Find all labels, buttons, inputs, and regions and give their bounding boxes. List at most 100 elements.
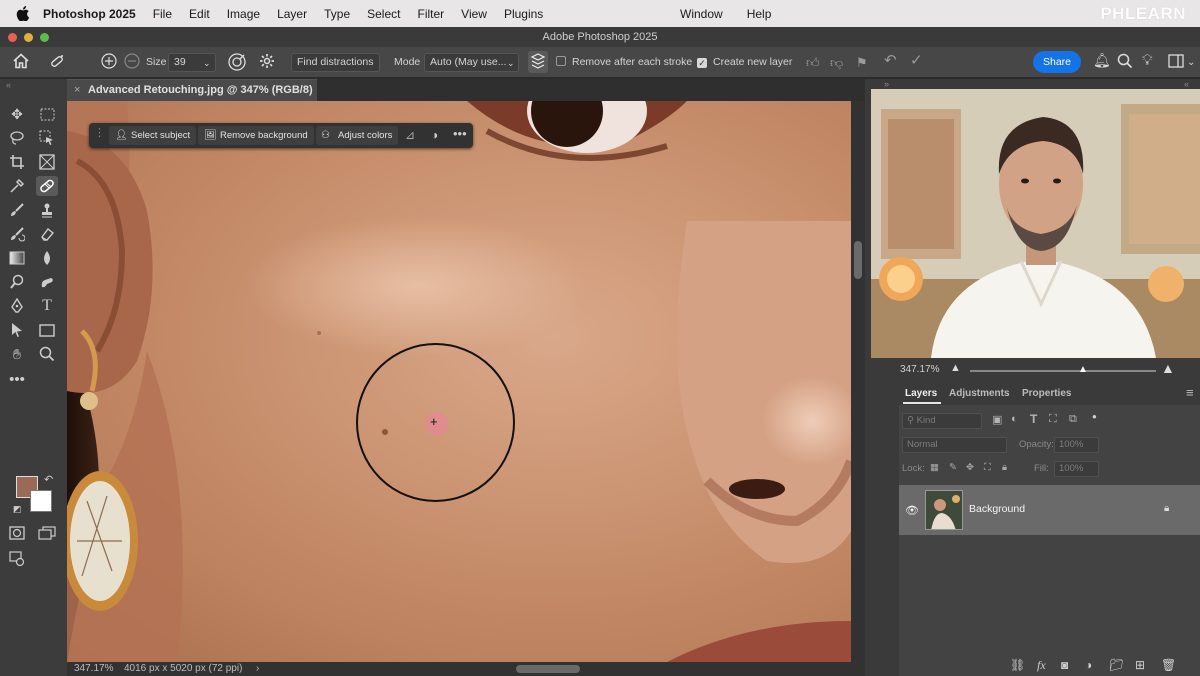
filter-toggle-icon[interactable]: ● (1092, 412, 1097, 421)
kind-filter-select[interactable]: ⚲ Kind (902, 413, 982, 429)
object-selection-tool-icon[interactable] (36, 128, 58, 148)
crop-tool-icon[interactable] (6, 152, 28, 172)
menu-plugins[interactable]: Plugins (504, 7, 543, 21)
search-icon[interactable] (1117, 53, 1133, 70)
default-colors-icon[interactable]: ◩ (13, 504, 22, 515)
menu-help[interactable]: Help (747, 7, 772, 21)
edit-toolbar-icon[interactable] (6, 549, 28, 569)
undo-icon[interactable]: ↶ (884, 52, 897, 69)
blur-tool-icon[interactable] (36, 248, 58, 268)
new-adjustment-layer-icon[interactable]: ◑ (1085, 658, 1092, 672)
flag-icon[interactable]: ⚑ (856, 54, 868, 71)
menu-image[interactable]: Image (227, 7, 260, 21)
filter-shape-icon[interactable]: ⛶ (1049, 413, 1057, 426)
filter-pixel-icon[interactable]: ▣ (992, 413, 1002, 426)
tab-adjustments[interactable]: Adjustments (949, 388, 1010, 399)
link-layers-icon[interactable]: ⛓ (1010, 658, 1025, 672)
path-selection-tool-icon[interactable] (6, 320, 28, 340)
app-menu[interactable]: Photoshop 2025 (43, 7, 136, 21)
lock-position-icon[interactable]: ✥ (966, 462, 974, 473)
menu-edit[interactable]: Edit (189, 7, 210, 21)
size-chevron-down-icon[interactable]: ⌄ (203, 55, 211, 72)
opacity-input[interactable]: 100% (1054, 437, 1099, 453)
sample-all-layers-icon[interactable] (528, 51, 548, 73)
fx-icon[interactable]: fx (1037, 658, 1046, 673)
eyedropper-tool-icon[interactable] (6, 176, 28, 196)
fill-input[interactable]: 100% (1054, 461, 1099, 477)
zoom-slider-track[interactable] (970, 370, 1156, 372)
bell-icon[interactable]: 🔔︎ (1093, 52, 1111, 69)
eye-visibility-icon[interactable]: 👁︎ (905, 504, 919, 517)
canvas[interactable]: + (67, 101, 851, 662)
home-icon[interactable] (12, 52, 30, 69)
delete-layer-icon[interactable]: 🗑︎ (1161, 658, 1176, 672)
document-tab[interactable]: × Advanced Retouching.jpg @ 347% (RGB/8)… (67, 79, 317, 117)
horizontal-scroll-thumb[interactable] (516, 665, 580, 673)
collapse-left-dock-icon[interactable]: » (884, 79, 889, 89)
thumbs-up-icon[interactable]: 👍︎ (806, 54, 820, 71)
create-new-layer-checkbox[interactable]: ✓ Create new layer (697, 54, 792, 71)
new-group-icon[interactable]: 📁︎ (1109, 658, 1124, 672)
history-brush-tool-icon[interactable] (6, 224, 28, 244)
menu-window[interactable]: Window (680, 7, 723, 21)
menu-select[interactable]: Select (367, 7, 400, 21)
gear-icon[interactable] (259, 52, 275, 69)
lock-artboard-icon[interactable]: ⛶ (984, 462, 991, 473)
filter-smart-object-icon[interactable]: ⧉ (1069, 413, 1077, 426)
frame-tool-icon[interactable] (36, 152, 58, 172)
type-tool-icon[interactable]: T (36, 296, 58, 316)
lock-transparent-icon[interactable]: ▦ (930, 462, 939, 473)
spot-healing-tool-preset-icon[interactable] (48, 52, 66, 69)
commit-check-icon[interactable]: ✓ (910, 52, 923, 69)
lightbulb-icon[interactable]: 💡︎ (1142, 52, 1153, 69)
zoom-tool-icon[interactable] (36, 344, 58, 364)
thumbs-down-icon[interactable]: 👎︎ (830, 54, 843, 71)
zoom-window-icon[interactable] (40, 33, 49, 42)
workspace-chevron-down-icon[interactable]: ⌄ (1187, 54, 1195, 71)
layer-name[interactable]: Background (969, 503, 1025, 515)
more-options-icon[interactable]: ••• (453, 126, 467, 141)
tab-properties[interactable]: Properties (1022, 388, 1071, 399)
pressure-size-icon[interactable] (227, 52, 247, 71)
pen-tool-icon[interactable] (6, 296, 28, 316)
filter-type-icon[interactable]: T (1030, 412, 1037, 426)
add-mask-icon[interactable]: ◙ (1061, 658, 1068, 672)
select-subject-button[interactable]: 👤︎ Select subject (109, 126, 197, 145)
status-chevron-right-icon[interactable]: › (256, 662, 259, 676)
hand-tool-icon[interactable]: ✋︎ (6, 344, 28, 364)
vertical-scrollbar[interactable] (851, 101, 865, 662)
status-zoom[interactable]: 347.17% (74, 662, 113, 676)
menu-layer[interactable]: Layer (277, 7, 307, 21)
remove-background-button[interactable]: 🖼︎ Remove background (198, 126, 314, 145)
navigator-zoom-value[interactable]: 347.17% (900, 364, 939, 375)
lock-all-icon[interactable]: 🔒︎ (1002, 462, 1007, 473)
zoom-in-mountain-icon[interactable]: ▲ (1161, 360, 1175, 376)
minimize-window-icon[interactable] (24, 33, 33, 42)
screen-mode-icon[interactable] (36, 523, 58, 543)
drag-handle-icon[interactable]: ⋮ (94, 126, 105, 139)
collapse-right-dock-icon[interactable]: « (1184, 79, 1189, 89)
gradient-tool-icon[interactable] (6, 248, 28, 268)
lock-pixels-icon[interactable]: ✎ (949, 462, 957, 473)
tab-layers[interactable]: Layers (905, 388, 937, 399)
zoom-out-mountain-icon[interactable]: ▲ (950, 362, 961, 374)
vertical-scroll-thumb[interactable] (854, 241, 862, 279)
collapse-panel-icon[interactable]: « (6, 80, 11, 90)
dodge-tool-icon[interactable] (6, 272, 28, 292)
add-to-stroke-icon[interactable] (100, 52, 118, 69)
menu-filter[interactable]: Filter (417, 7, 444, 21)
background-color-swatch[interactable] (30, 490, 52, 512)
layer-lock-icon[interactable]: 🔒︎ (1164, 503, 1169, 514)
eraser-tool-icon[interactable] (36, 224, 58, 244)
move-tool-icon[interactable]: ✥ (6, 104, 28, 124)
adjust-colors-button[interactable]: ⚇ Adjust colors (316, 126, 399, 145)
layer-row-background[interactable]: 👁︎ Background 🔒︎ (899, 485, 1200, 535)
swap-colors-icon[interactable]: ↶ (44, 473, 53, 486)
menu-view[interactable]: View (461, 7, 487, 21)
adjustment-layer-icon[interactable]: ◑ (431, 128, 438, 142)
transform-icon[interactable]: ⊿ (405, 128, 415, 142)
more-tools-icon[interactable]: ••• (6, 369, 28, 389)
apple-icon[interactable] (15, 6, 31, 21)
close-document-icon[interactable]: × (74, 80, 80, 101)
quick-mask-icon[interactable] (6, 523, 28, 543)
